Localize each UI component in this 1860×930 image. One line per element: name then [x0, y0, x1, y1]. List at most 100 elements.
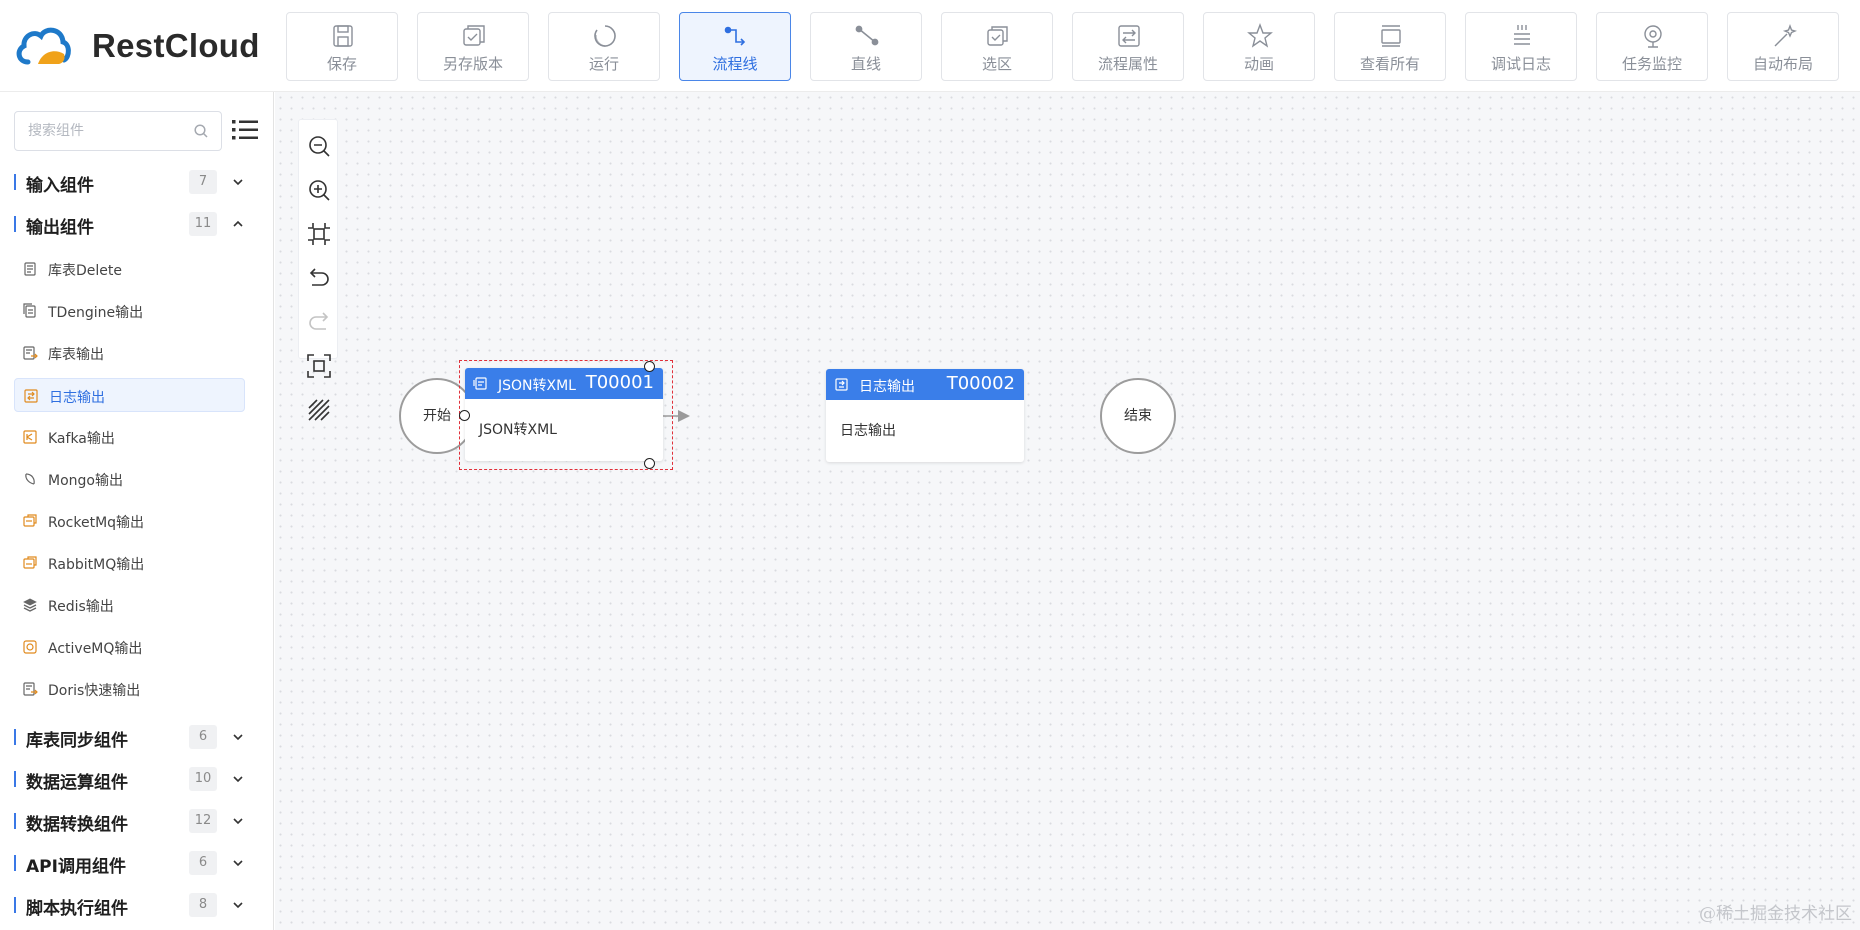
task-node-id: T00001	[585, 372, 654, 393]
chevron-down-icon	[233, 902, 243, 909]
task-node-log-output[interactable]: 日志输出 T00002 日志输出	[826, 369, 1024, 462]
component-item-doris-output[interactable]: Doris快速输出	[14, 672, 245, 706]
select-area-button[interactable]: 选区	[941, 12, 1053, 81]
view-all-button[interactable]: 查看所有	[1334, 12, 1446, 81]
group-output-components[interactable]: 输出组件 11	[0, 206, 274, 242]
group-title: 脚本执行组件	[26, 899, 128, 919]
flowline-button[interactable]: 流程线	[679, 12, 791, 81]
group-count: 8	[189, 893, 217, 917]
component-search	[14, 111, 222, 151]
component-sidebar: 输入组件 7 输出组件 11 库表Delete TDengine输出 库表输出 …	[0, 92, 274, 930]
run-button[interactable]: 运行	[548, 12, 660, 81]
group-marker	[14, 216, 16, 232]
component-item-label: Redis输出	[48, 599, 114, 615]
view-all-label: 查看所有	[1359, 55, 1420, 73]
search-icon[interactable]	[193, 123, 209, 139]
group-data-compute-components[interactable]: 数据运算组件 10	[0, 761, 274, 797]
doris-icon	[23, 682, 38, 696]
flow-props-button[interactable]: 流程属性	[1072, 12, 1184, 81]
component-item-log-output[interactable]: 日志输出	[14, 378, 245, 412]
component-item-mongo-output[interactable]: Mongo输出	[14, 462, 245, 496]
app-logo: RestCloud	[14, 22, 260, 70]
log-output-icon	[24, 389, 38, 403]
save-button[interactable]: 保存	[286, 12, 398, 81]
task-node-header: JSON转XML T00001	[465, 368, 663, 399]
save-version-label: 另存版本	[442, 55, 503, 73]
search-input[interactable]	[15, 112, 185, 150]
component-item-label: 库表输出	[48, 347, 104, 363]
end-node[interactable]: 结束	[1100, 378, 1176, 454]
chevron-down-icon	[233, 179, 243, 186]
canvas-tools	[298, 119, 338, 421]
tdengine-icon	[23, 303, 36, 318]
fit-view-icon[interactable]	[307, 222, 331, 246]
watermark: @稀土掘金技术社区	[1699, 904, 1852, 924]
task-node-name: 日志输出	[859, 379, 915, 395]
task-monitor-icon	[1644, 25, 1662, 48]
component-item-table-delete[interactable]: 库表Delete	[14, 252, 245, 286]
component-item-label: 日志输出	[49, 390, 105, 406]
group-count: 10	[189, 767, 217, 791]
component-item-redis-output[interactable]: Redis输出	[14, 588, 245, 622]
component-item-kafka-output[interactable]: Kafka输出	[14, 420, 245, 454]
group-api-call-components[interactable]: API调用组件 6	[0, 845, 274, 881]
zoom-out-icon[interactable]	[307, 134, 331, 158]
select-area-label: 选区	[981, 55, 1012, 73]
connect-handle-left[interactable]	[459, 410, 470, 421]
task-node-id: T00002	[946, 373, 1015, 394]
edge-arrowhead	[678, 410, 690, 422]
select-area-icon	[987, 26, 1008, 46]
auto-layout-button[interactable]: 自动布局	[1727, 12, 1839, 81]
redo-icon[interactable]	[307, 310, 331, 334]
debug-log-label: 调试日志	[1490, 55, 1551, 73]
chevron-down-icon	[233, 860, 243, 867]
save-icon	[333, 25, 353, 47]
group-data-transform-components[interactable]: 数据转换组件 12	[0, 803, 274, 839]
flow-canvas[interactable]: 开始 JSON转XML T00001 JSON转XML 日志输出 T00002 …	[275, 92, 1860, 930]
top-header: RestCloud 保存 另存版本 运行 流程线 直线 选区 流程属性 动画 查…	[0, 0, 1860, 92]
component-item-activemq-output[interactable]: ActiveMQ输出	[14, 630, 245, 664]
debug-log-button[interactable]: 调试日志	[1465, 12, 1577, 81]
zoom-in-icon[interactable]	[307, 178, 331, 202]
connect-handle-bottom[interactable]	[644, 458, 655, 469]
component-item-label: RocketMq输出	[48, 515, 145, 531]
flowline-label: 流程线	[712, 55, 758, 73]
chevron-down-icon	[233, 818, 243, 825]
redis-icon	[23, 598, 37, 612]
group-table-sync-components[interactable]: 库表同步组件 6	[0, 719, 274, 755]
connect-handle-top[interactable]	[644, 361, 655, 372]
component-item-label: 库表Delete	[48, 263, 122, 279]
animation-button[interactable]: 动画	[1203, 12, 1315, 81]
straight-line-button[interactable]: 直线	[810, 12, 922, 81]
actual-size-icon[interactable]	[307, 354, 331, 378]
table-delete-icon	[24, 262, 36, 276]
component-item-label: Doris快速输出	[48, 683, 141, 699]
cloud-logo-icon	[16, 27, 71, 65]
component-item-tdengine-output[interactable]: TDengine输出	[14, 294, 245, 328]
group-script-exec-components[interactable]: 脚本执行组件 8	[0, 887, 274, 923]
flow-props-icon	[1118, 25, 1140, 47]
component-item-table-output[interactable]: 库表输出	[14, 336, 245, 370]
undo-icon[interactable]	[307, 266, 331, 290]
straight-line-icon	[855, 25, 879, 46]
grid-toggle-icon[interactable]	[307, 398, 331, 422]
component-item-rabbitmq-output[interactable]: RabbitMQ输出	[14, 546, 245, 580]
flowline-icon	[724, 26, 746, 46]
task-monitor-button[interactable]: 任务监控	[1596, 12, 1708, 81]
group-count: 11	[189, 212, 217, 236]
component-item-label: Kafka输出	[48, 431, 115, 447]
group-input-components[interactable]: 输入组件 7	[0, 164, 274, 200]
activemq-icon	[23, 640, 37, 654]
task-node-body: JSON转XML	[479, 422, 557, 438]
task-node-json-to-xml[interactable]: JSON转XML T00001 JSON转XML	[465, 368, 663, 461]
list-view-icon[interactable]	[232, 118, 258, 142]
chevron-down-icon	[233, 734, 243, 741]
kafka-icon	[23, 430, 37, 444]
save-version-button[interactable]: 另存版本	[417, 12, 529, 81]
group-marker	[14, 855, 16, 871]
component-item-label: TDengine输出	[48, 305, 144, 321]
log-output-icon	[835, 378, 848, 391]
component-item-rocketmq-output[interactable]: RocketMq输出	[14, 504, 245, 538]
debug-log-icon	[1514, 25, 1530, 45]
task-node-name: JSON转XML	[498, 378, 576, 394]
